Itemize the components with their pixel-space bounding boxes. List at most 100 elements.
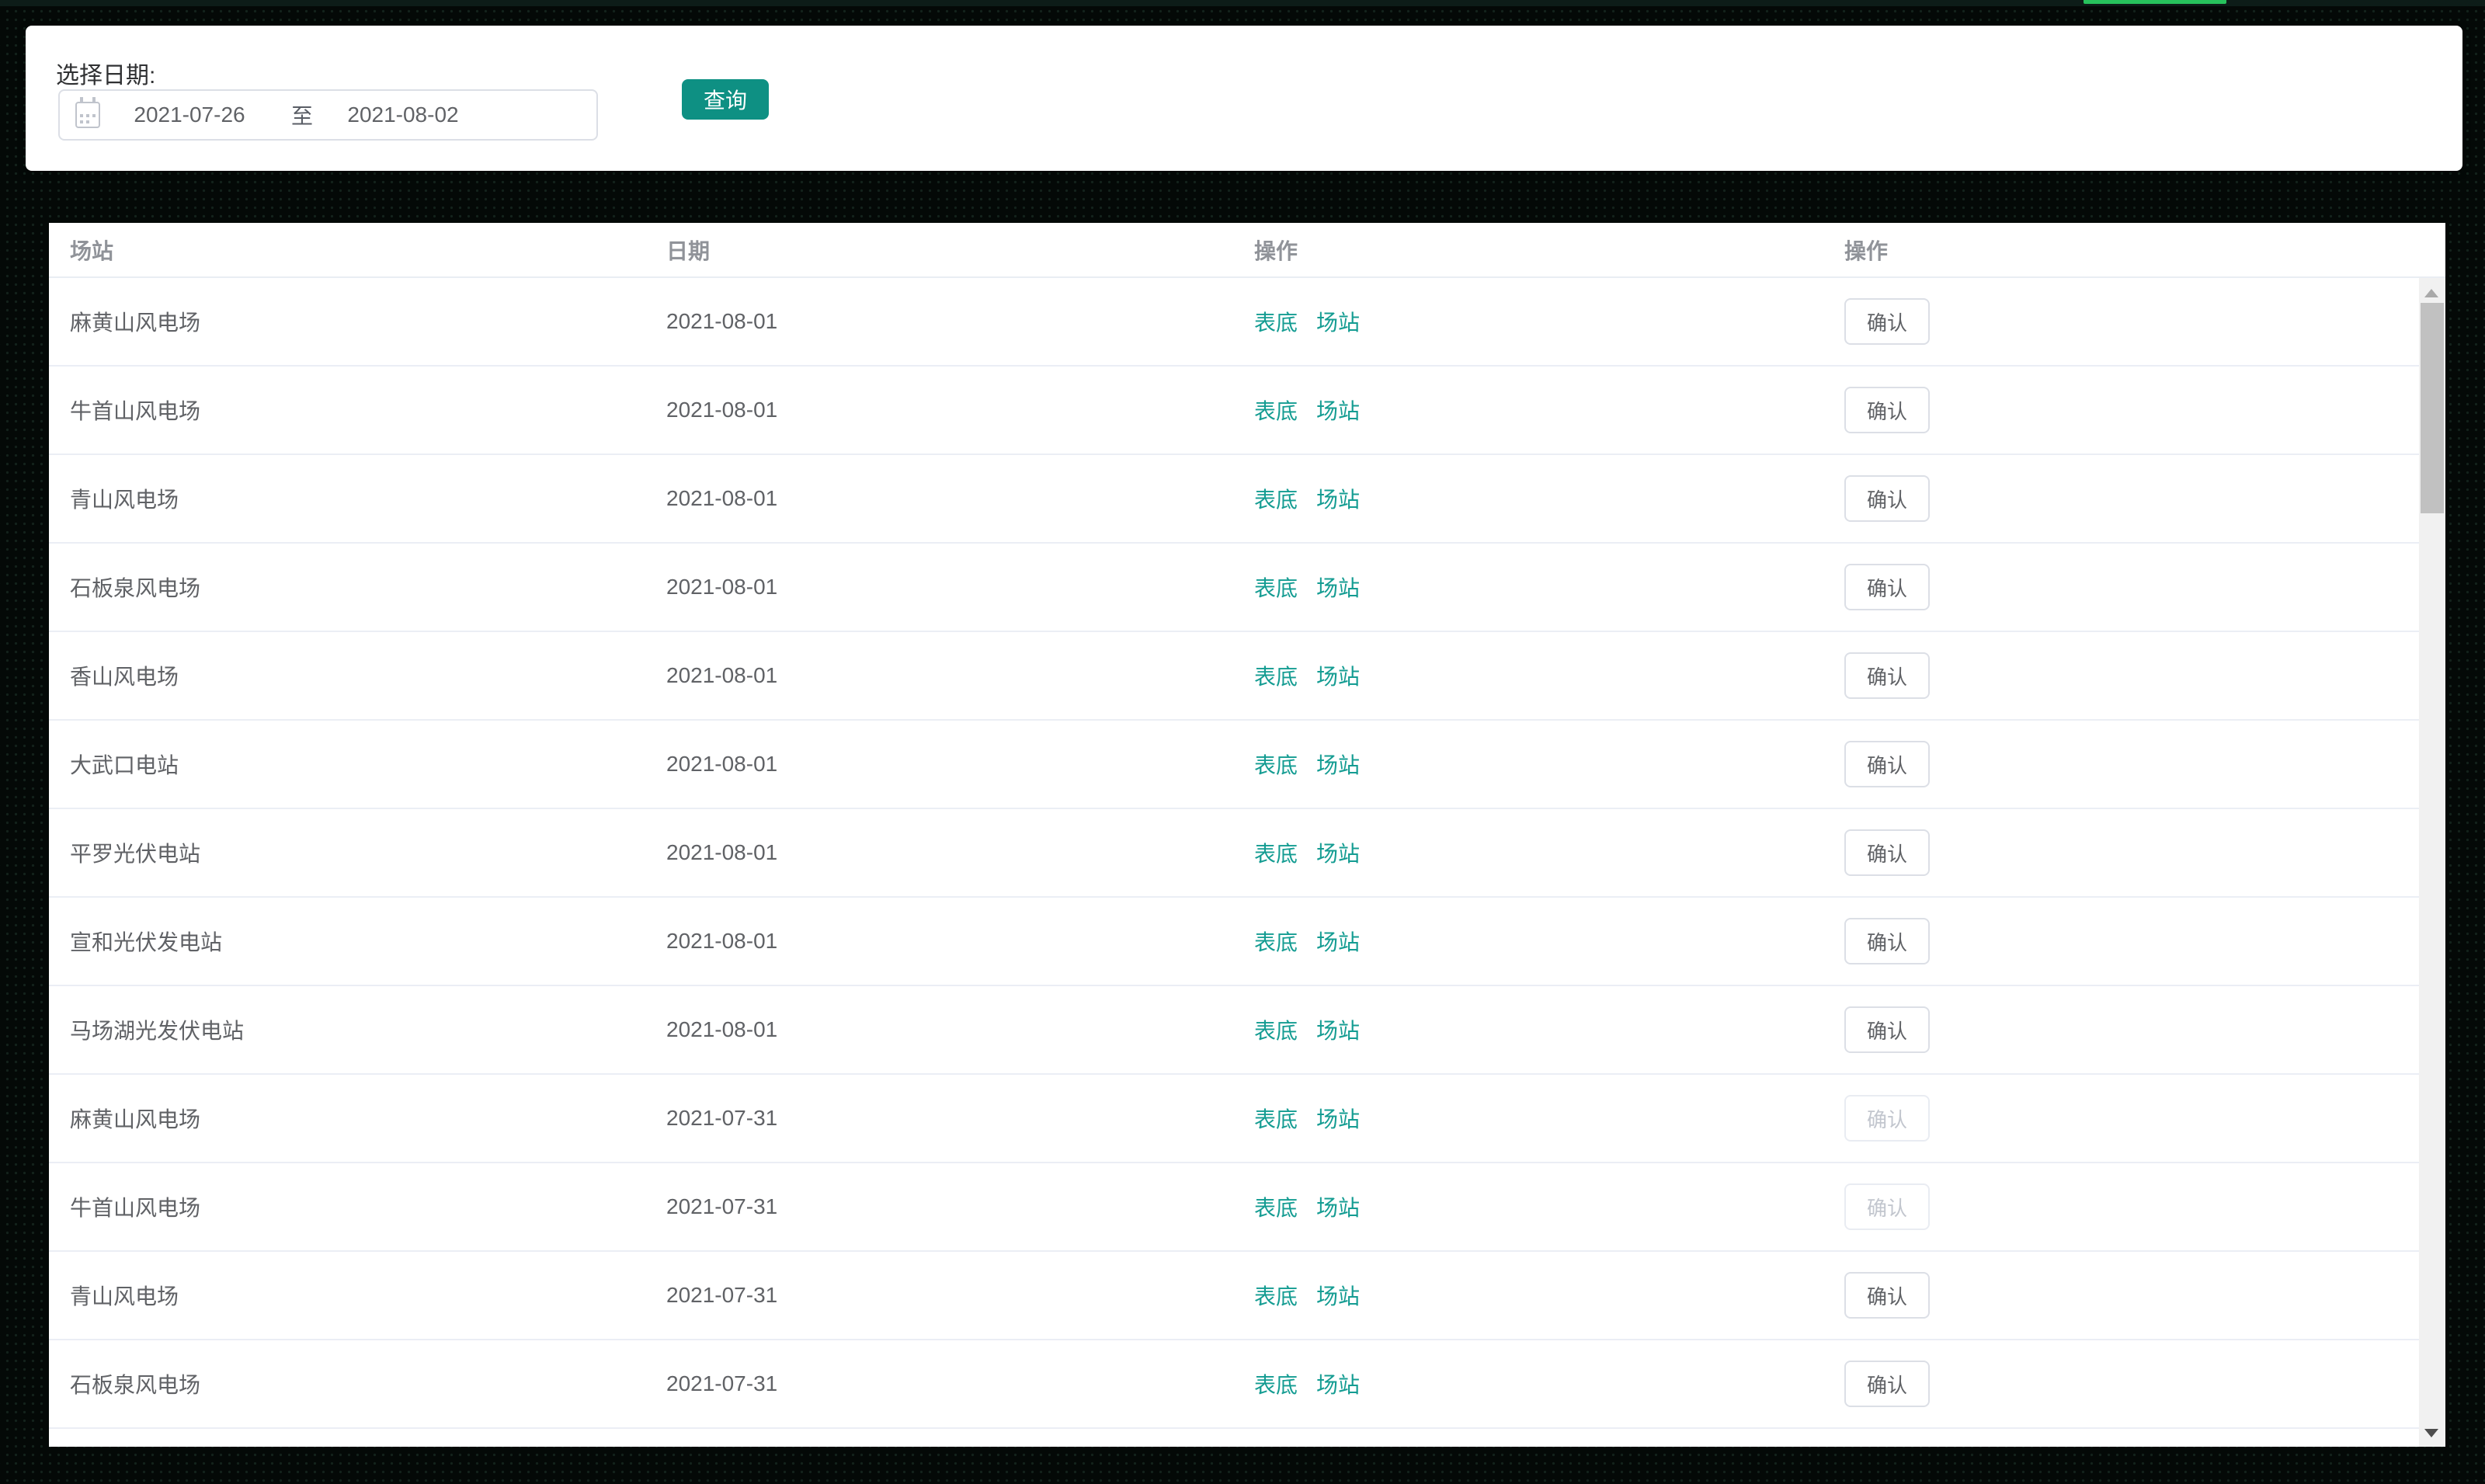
scroll-down-arrow-icon[interactable] (2424, 1429, 2438, 1437)
confirm-button[interactable]: 确认 (1844, 1006, 1930, 1053)
date-cell: 2021-08-01 (666, 398, 778, 422)
confirm-button[interactable]: 确认 (1844, 1272, 1930, 1319)
table-row: 宣和光伏发电站 2021-08-01 表底 场站 确认 (49, 898, 2419, 986)
date-cell: 2021-08-01 (666, 752, 778, 776)
link-biaodi[interactable]: 表底 (1254, 660, 1298, 691)
date-cell: 2021-07-31 (666, 1194, 778, 1218)
operation-links-cell: 表底 场站 (1254, 572, 1844, 603)
link-changzhan[interactable]: 场站 (1316, 837, 1360, 868)
operation-confirm-cell: 确认 (1844, 1272, 2419, 1319)
link-changzhan[interactable]: 场站 (1316, 660, 1360, 691)
date-cell: 2021-08-01 (666, 575, 778, 599)
scroll-up-arrow-icon[interactable] (2424, 289, 2438, 297)
confirm-button[interactable]: 确认 (1844, 918, 1930, 964)
link-biaodi[interactable]: 表底 (1254, 1191, 1298, 1222)
header-date: 日期 (666, 238, 711, 263)
link-changzhan[interactable]: 场站 (1316, 926, 1360, 957)
table-row: 石板泉风电场 2021-08-01 表底 场站 确认 (49, 544, 2419, 632)
operation-links-cell: 表底 场站 (1254, 394, 1844, 426)
query-button[interactable]: 查询 (682, 79, 769, 120)
confirm-button[interactable]: 确认 (1844, 475, 1930, 522)
confirm-button[interactable]: 确认 (1844, 1361, 1930, 1407)
link-changzhan[interactable]: 场站 (1316, 1280, 1360, 1311)
station-cell: 大武口电站 (70, 753, 179, 777)
link-changzhan[interactable]: 场站 (1316, 394, 1360, 426)
browser-top-strip (0, 0, 2485, 6)
confirm-button[interactable]: 确认 (1844, 741, 1930, 787)
table-row: 青山风电场 2021-08-01 表底 场站 确认 (49, 455, 2419, 544)
start-date-value[interactable]: 2021-07-26 (100, 103, 279, 127)
table-row: 石板泉风电场 2021-07-31 表底 场站 确认 (49, 1340, 2419, 1429)
table-header-row: 场站 日期 操作 操作 (49, 223, 2445, 278)
station-cell: 石板泉风电场 (70, 576, 201, 600)
table-row: 大武口电站 2021-08-01 表底 场站 确认 (49, 721, 2419, 809)
date-range-separator: 至 (290, 104, 313, 128)
link-biaodi[interactable]: 表底 (1254, 837, 1298, 868)
table-row: 牛首山风电场 2021-07-31 表底 场站 确认 (49, 1163, 2419, 1252)
station-cell: 马场湖光发伏电站 (70, 1019, 245, 1043)
date-range-input[interactable]: 2021-07-26 至 2021-08-02 (58, 89, 598, 141)
link-biaodi[interactable]: 表底 (1254, 572, 1298, 603)
confirm-button[interactable]: 确认 (1844, 1183, 1930, 1230)
link-biaodi[interactable]: 表底 (1254, 306, 1298, 337)
link-changzhan[interactable]: 场站 (1316, 1191, 1360, 1222)
operation-links-cell: 表底 场站 (1254, 1103, 1844, 1134)
operation-confirm-cell: 确认 (1844, 1361, 2419, 1407)
operation-confirm-cell: 确认 (1844, 829, 2419, 876)
station-cell: 麻黄山风电场 (70, 1107, 201, 1131)
link-changzhan[interactable]: 场站 (1316, 1103, 1360, 1134)
link-biaodi[interactable]: 表底 (1254, 1280, 1298, 1311)
confirm-button[interactable]: 确认 (1844, 652, 1930, 699)
date-filter-panel: 选择日期: 2021-07-26 至 2021-08-02 查询 (26, 26, 2462, 171)
operation-links-cell: 表底 场站 (1254, 660, 1844, 691)
link-biaodi[interactable]: 表底 (1254, 926, 1298, 957)
link-changzhan[interactable]: 场站 (1316, 749, 1360, 780)
operation-confirm-cell: 确认 (1844, 741, 2419, 787)
end-date-value[interactable]: 2021-08-02 (325, 103, 481, 127)
table-row: 平罗光伏电站 2021-08-01 表底 场站 确认 (49, 809, 2419, 898)
link-changzhan[interactable]: 场站 (1316, 1368, 1360, 1399)
link-biaodi[interactable]: 表底 (1254, 1014, 1298, 1045)
station-cell: 牛首山风电场 (70, 399, 201, 423)
link-biaodi[interactable]: 表底 (1254, 394, 1298, 426)
date-cell: 2021-08-01 (666, 929, 778, 953)
confirm-button[interactable]: 确认 (1844, 387, 1930, 433)
active-tab-indicator (2084, 0, 2226, 4)
date-cell: 2021-08-01 (666, 840, 778, 864)
calendar-icon (75, 97, 100, 128)
link-biaodi[interactable]: 表底 (1254, 749, 1298, 780)
confirm-button[interactable]: 确认 (1844, 564, 1930, 610)
page-background: 选择日期: 2021-07-26 至 2021-08-02 查询 场站 日期 操… (0, 0, 2485, 1484)
header-operation-links: 操作 (1254, 238, 1298, 263)
table-body: 麻黄山风电场 2021-08-01 表底 场站 确认 牛首山风电场 2021-0… (49, 278, 2419, 1429)
station-cell: 香山风电场 (70, 665, 179, 689)
operation-confirm-cell: 确认 (1844, 918, 2419, 964)
link-changzhan[interactable]: 场站 (1316, 483, 1360, 514)
operation-confirm-cell: 确认 (1844, 475, 2419, 522)
operation-links-cell: 表底 场站 (1254, 749, 1844, 780)
operation-confirm-cell: 确认 (1844, 1183, 2419, 1230)
scrollbar-thumb[interactable] (2421, 303, 2444, 513)
link-biaodi[interactable]: 表底 (1254, 1103, 1298, 1134)
date-cell: 2021-08-01 (666, 663, 778, 687)
operation-confirm-cell: 确认 (1844, 387, 2419, 433)
table-row: 青山风电场 2021-07-31 表底 场站 确认 (49, 1252, 2419, 1340)
date-cell: 2021-08-01 (666, 1017, 778, 1041)
confirm-button[interactable]: 确认 (1844, 829, 1930, 876)
operation-confirm-cell: 确认 (1844, 298, 2419, 345)
link-changzhan[interactable]: 场站 (1316, 1014, 1360, 1045)
station-cell: 牛首山风电场 (70, 1196, 201, 1220)
table-row: 麻黄山风电场 2021-08-01 表底 场站 确认 (49, 278, 2419, 367)
confirm-button[interactable]: 确认 (1844, 298, 1930, 345)
link-changzhan[interactable]: 场站 (1316, 306, 1360, 337)
stations-table: 场站 日期 操作 操作 麻黄山风电场 2021-08-01 表底 场站 确认 牛… (49, 223, 2445, 1447)
link-biaodi[interactable]: 表底 (1254, 483, 1298, 514)
station-cell: 石板泉风电场 (70, 1373, 201, 1397)
link-biaodi[interactable]: 表底 (1254, 1368, 1298, 1399)
link-changzhan[interactable]: 场站 (1316, 572, 1360, 603)
station-cell: 宣和光伏发电站 (70, 930, 223, 954)
station-cell: 青山风电场 (70, 1284, 179, 1308)
date-filter-label: 选择日期: (56, 63, 156, 89)
table-row: 香山风电场 2021-08-01 表底 场站 确认 (49, 632, 2419, 721)
confirm-button[interactable]: 确认 (1844, 1095, 1930, 1142)
